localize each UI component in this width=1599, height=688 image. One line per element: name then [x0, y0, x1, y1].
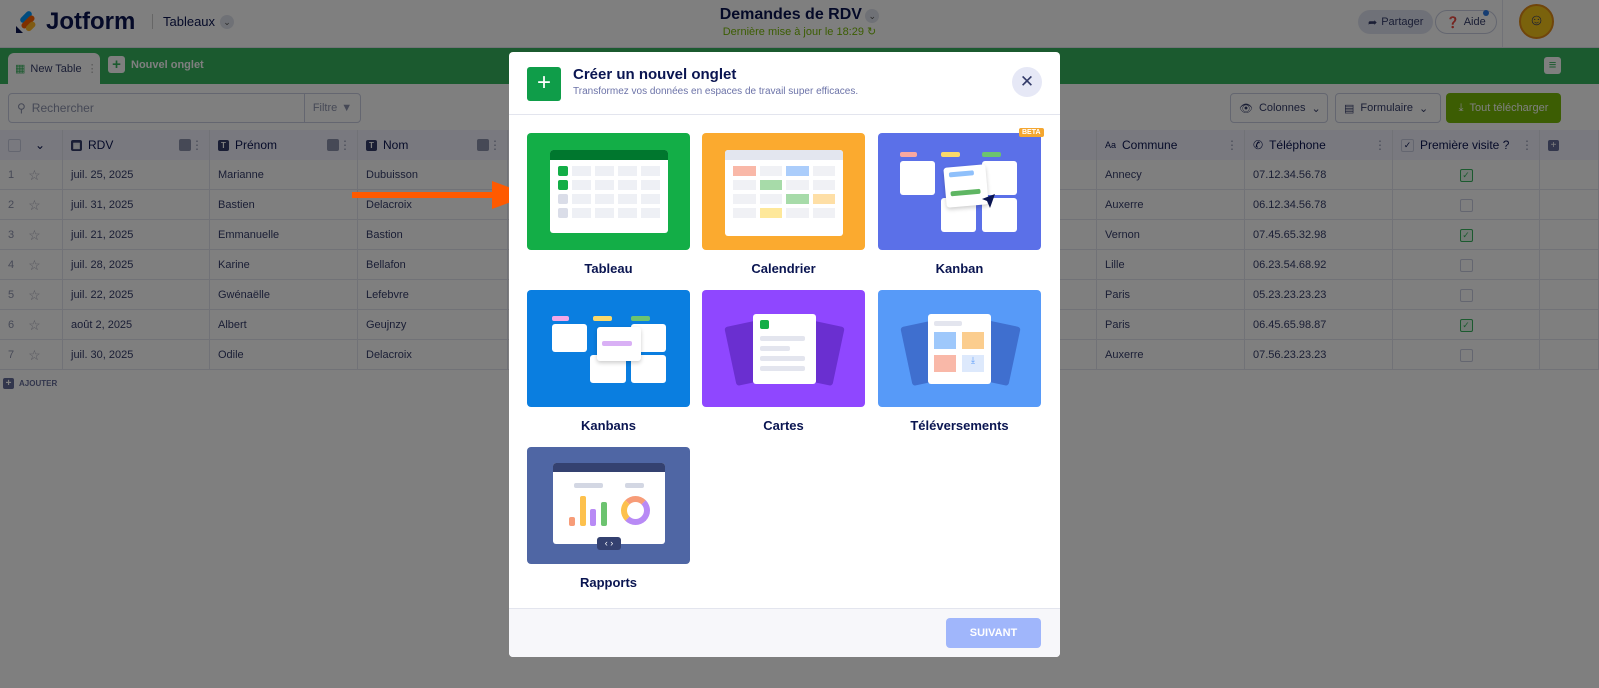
orange-arrow-annotation	[352, 181, 530, 209]
close-button[interactable]: ✕	[1012, 67, 1042, 97]
illustration-bar	[941, 152, 960, 157]
option-kanban[interactable]	[878, 133, 1041, 250]
next-button[interactable]: SUIVANT	[946, 618, 1041, 648]
card-illustration	[753, 314, 816, 384]
donut-icon	[621, 496, 650, 525]
dragged-card	[597, 327, 641, 361]
illustration-bar	[982, 152, 1001, 157]
calendar-illustration	[725, 150, 843, 236]
option-label[interactable]: Kanban	[878, 261, 1041, 276]
option-label[interactable]: Téléversements	[878, 418, 1041, 433]
plus-icon: +	[527, 67, 561, 101]
kanban-card	[900, 161, 935, 195]
report-illustration	[553, 463, 665, 544]
option-calendrier[interactable]	[702, 133, 865, 250]
divider	[509, 114, 1060, 115]
option-label[interactable]: Tableau	[527, 261, 690, 276]
option-tableau[interactable]	[527, 133, 690, 250]
illustration-bar	[631, 316, 650, 321]
table-illustration	[550, 150, 668, 233]
option-label[interactable]: Kanbans	[527, 418, 690, 433]
option-kanbans[interactable]	[527, 290, 690, 407]
carousel-arrows-icon: ‹ ›	[597, 537, 621, 550]
cursor-icon	[982, 194, 995, 208]
option-label[interactable]: Calendrier	[702, 261, 865, 276]
option-televersements[interactable]: ⤓	[878, 290, 1041, 407]
option-label[interactable]: Rapports	[527, 575, 690, 590]
upload-illustration: ⤓	[928, 314, 991, 384]
illustration-bar	[593, 316, 612, 321]
beta-badge: BETA	[1019, 128, 1044, 137]
option-rapports[interactable]: ‹ ›	[527, 447, 690, 564]
illustration-bar	[552, 316, 569, 321]
new-tab-dialog: + Créer un nouvel onglet Transformez vos…	[509, 52, 1060, 657]
option-cartes[interactable]	[702, 290, 865, 407]
illustration-bar	[900, 152, 917, 157]
option-label[interactable]: Cartes	[702, 418, 865, 433]
dialog-subtitle: Transformez vos données en espaces de tr…	[573, 86, 859, 97]
dialog-title: Créer un nouvel onglet	[573, 66, 737, 83]
kanban-card	[552, 324, 587, 352]
